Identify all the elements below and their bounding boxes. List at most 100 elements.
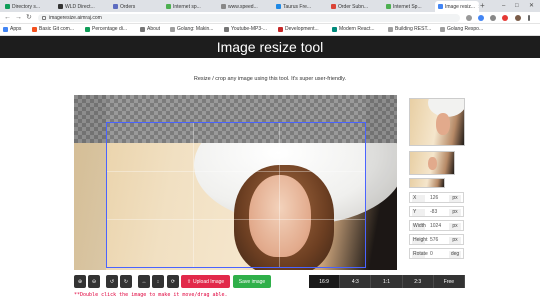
bookmark-item[interactable]: Basic Git com... [32,26,74,32]
ratio-free-button[interactable]: Free [434,275,466,288]
bookmark-item[interactable]: Golang Respo... [440,26,483,32]
rotate-right-button[interactable]: ↻ [120,275,132,288]
preview-face [436,113,450,135]
upload-image-button[interactable]: ⇪ Upload Image [181,275,230,288]
drag-hint-text: **Double click the image to make it move… [74,292,228,298]
page-subtitle: Resize / crop any image using this tool.… [193,76,347,82]
browser-tab-strip: Directory s... WLD Direct... Orders Inte… [0,0,540,12]
bookmark-favicon-icon [170,26,175,32]
preview-face [428,157,437,170]
reset-button[interactable]: ⟳ [167,275,179,288]
crop-width-field[interactable]: Width 1024 px [409,220,464,231]
extension-icon[interactable] [490,15,496,21]
minimize-icon[interactable]: – [502,1,505,11]
browser-tab-active[interactable]: Image resiz...✕ [435,1,479,12]
extension-icon[interactable] [478,15,484,21]
field-label: Rotate [412,251,428,258]
zoom-in-button[interactable]: ⊕ [74,275,86,288]
tab-favicon-icon [438,4,443,9]
tab-favicon-icon [276,4,281,9]
tab-favicon-icon [5,4,10,9]
bookmark-favicon-icon [332,26,337,32]
field-unit: deg [449,251,461,258]
bookmark-favicon-icon [32,26,37,32]
new-tab-plus-icon[interactable]: + [480,1,485,11]
zoom-in-icon: ⊕ [77,278,83,285]
crop-x-field[interactable]: X 126 px [409,192,464,203]
crop-outside-shade [366,95,397,270]
tab-favicon-icon [58,4,63,9]
tab-favicon-icon [331,4,336,9]
bookmark-item[interactable]: Development... [278,26,319,32]
bookmarks-bar: Apps Basic Git com... Percentage di... A… [0,24,540,36]
extension-icon[interactable] [502,15,508,21]
field-value: 576 [430,237,439,243]
browser-tab[interactable]: Orders [110,1,160,12]
lock-icon [42,16,46,20]
zoom-out-button[interactable]: ⊖ [88,275,100,288]
field-label: X [412,195,425,202]
upload-image-label: Upload Image [193,278,225,285]
menu-dots-icon[interactable] [528,15,530,21]
maximize-icon[interactable]: □ [515,1,519,11]
crop-grid-line [107,219,365,220]
tab-favicon-icon [221,4,226,9]
bookmark-favicon-icon [224,26,229,32]
rotate-right-icon: ↻ [123,278,129,285]
window-close-icon[interactable]: ✕ [529,1,534,11]
bookmark-item[interactable]: Youtube-MP3-... [224,26,267,32]
field-label: Width [412,223,426,230]
field-value: 0 [430,251,433,257]
rotate-left-button[interactable]: ↺ [106,275,118,288]
crop-y-field[interactable]: Y -83 px [409,206,464,217]
browser-toolbar: ← → ↻ imageresize.aimraj.com [0,12,540,24]
browser-tab[interactable]: Internet sp... [163,1,215,12]
close-icon[interactable]: ✕ [478,4,479,10]
flip-vertical-button[interactable]: ↕ [152,275,164,288]
apps-grid-icon [3,26,8,32]
tab-favicon-icon [386,4,391,9]
rotate-field[interactable]: Rotate 0 deg [409,248,464,259]
tab-favicon-icon [113,4,118,9]
ratio-4-3-button[interactable]: 4:3 [340,275,372,288]
preview-medium [409,151,455,175]
field-unit: px [449,223,461,230]
crop-grid-line [107,171,365,172]
profile-avatar[interactable] [515,15,521,21]
save-image-label: Save image [238,278,266,285]
back-arrow-icon[interactable]: ← [4,13,11,23]
preview-small [409,178,445,188]
bookmark-item[interactable]: Modern React... [332,26,375,32]
ratio-1-1-button[interactable]: 1:1 [371,275,403,288]
bookmark-item[interactable]: Building REST... [388,26,431,32]
field-unit: px [449,209,461,216]
reload-icon[interactable]: ↻ [26,13,32,23]
crop-box[interactable] [106,122,366,268]
bookmark-item[interactable]: About [140,26,160,32]
bookmark-item[interactable]: Percentage di... [85,26,127,32]
rotate-left-icon: ↺ [109,278,115,285]
browser-tab[interactable]: Order Subn... [328,1,380,12]
browser-tab[interactable]: Internet Sp... [383,1,433,12]
bookmark-item[interactable]: Golang: Makin... [170,26,213,32]
zoom-out-icon: ⊖ [91,278,97,285]
flip-horizontal-button[interactable]: ↔ [138,275,150,288]
browser-tab[interactable]: WLD Direct... [55,1,107,12]
bookmark-apps[interactable]: Apps [3,26,21,32]
browser-tab[interactable]: Directory s... [2,1,52,12]
browser-tab[interactable]: www.speed... [218,1,270,12]
field-value: -83 [430,209,438,215]
bookmark-favicon-icon [85,26,90,32]
save-image-button[interactable]: Save image [233,275,271,288]
bookmark-star-icon[interactable] [466,15,472,21]
preview-large [409,98,465,146]
crop-height-field[interactable]: Height 576 px [409,234,464,245]
address-bar[interactable]: imageresize.aimraj.com [38,14,460,22]
forward-arrow-icon[interactable]: → [15,13,22,23]
ratio-2-3-button[interactable]: 2:3 [403,275,434,288]
ratio-16-9-button[interactable]: 16:9 [309,275,341,288]
reset-icon: ⟳ [170,278,176,285]
page-title: Image resize tool [216,39,324,55]
crop-outside-shade [74,95,106,270]
browser-tab[interactable]: Taurus Fre... [273,1,325,12]
